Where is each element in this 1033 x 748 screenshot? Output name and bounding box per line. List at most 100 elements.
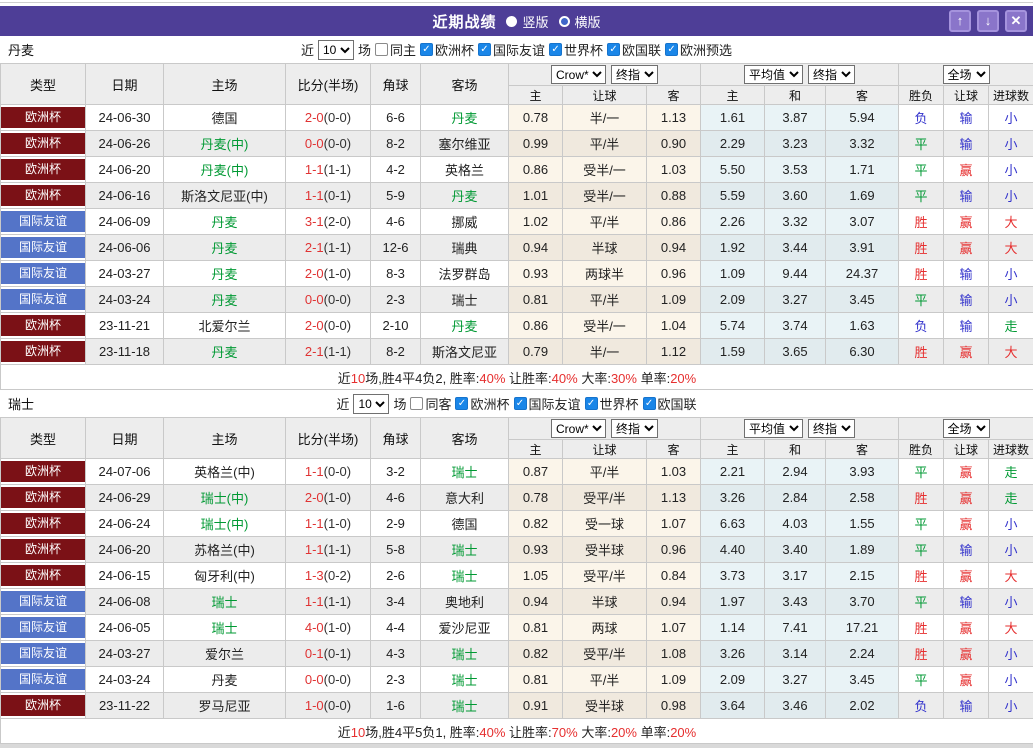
avg-home-odds: 1.14: [701, 615, 765, 641]
average-select[interactable]: 平均值: [744, 65, 803, 84]
checkbox-unchecked-icon[interactable]: [375, 43, 388, 56]
corners: 8-2: [371, 131, 421, 157]
fulltime-score: 0-0: [305, 292, 324, 307]
score-cell: 0-1(0-1): [286, 641, 371, 667]
competition-badge: 国际友谊: [1, 237, 85, 258]
halftime-score: (1-0): [324, 620, 351, 635]
competition-filter[interactable]: ✓欧洲杯: [455, 394, 509, 413]
competition-filter[interactable]: ✓欧国联: [643, 394, 697, 413]
handicap-result: 输: [944, 537, 989, 563]
same-side-filter[interactable]: 同主: [375, 40, 416, 59]
summary-part: 20%: [611, 725, 637, 740]
checkbox-checked-icon[interactable]: ✓: [585, 397, 598, 410]
crow-home-odds: 0.79: [509, 339, 563, 365]
col-header-home: 主场: [164, 64, 286, 105]
results-table: 类型 日期 主场 比分(半场) 角球 客场 Crow* 终指 平均值 终指: [0, 417, 1033, 744]
goals-result: 走: [989, 313, 1033, 339]
avg-away-odds: 3.32: [826, 131, 899, 157]
competition-filter[interactable]: ✓欧洲杯: [420, 40, 474, 59]
competition-badge: 国际友谊: [1, 263, 85, 284]
summary-part: 10: [351, 371, 365, 386]
checkbox-checked-icon[interactable]: ✓: [643, 397, 656, 410]
crow-home-odds: 0.78: [509, 105, 563, 131]
move-up-button[interactable]: ↑: [949, 10, 971, 32]
summary-part: 70%: [552, 725, 578, 740]
match-row: 国际友谊24-03-24丹麦0-0(0-0)2-3瑞士0.81平/半1.092.…: [1, 667, 1033, 693]
goals-result: 小: [989, 641, 1033, 667]
crow-handicap: 半球: [563, 589, 647, 615]
radio-selected-icon[interactable]: [559, 16, 570, 27]
move-down-button[interactable]: ↓: [977, 10, 999, 32]
avg-draw-odds: 9.44: [765, 261, 826, 287]
average-select[interactable]: 平均值: [744, 419, 803, 438]
odds-time-select-2[interactable]: 终指: [808, 419, 855, 438]
competition-filter[interactable]: ✓欧国联: [607, 40, 661, 59]
col-header-score: 比分(半场): [286, 64, 371, 105]
crow-away-odds: 0.84: [647, 563, 701, 589]
same-side-filter[interactable]: 同客: [410, 394, 451, 413]
col-header-away: 客场: [421, 418, 509, 459]
period-select[interactable]: 全场: [943, 65, 990, 84]
checkbox-checked-icon[interactable]: ✓: [514, 397, 527, 410]
competition-label: 欧洲杯: [435, 40, 474, 59]
competition-filter[interactable]: ✓国际友谊: [514, 394, 581, 413]
match-row: 欧洲杯24-06-20苏格兰(中)1-1(1-1)5-8瑞士0.93受半球0.9…: [1, 537, 1033, 563]
competition-filter[interactable]: ✓欧洲预选: [665, 40, 732, 59]
handicap-result: 赢: [944, 563, 989, 589]
wdl-result: 胜: [899, 615, 944, 641]
checkbox-checked-icon[interactable]: ✓: [665, 43, 678, 56]
competition-filter[interactable]: ✓世界杯: [585, 394, 639, 413]
away-team: 英格兰: [421, 157, 509, 183]
checkbox-checked-icon[interactable]: ✓: [607, 43, 620, 56]
handicap-result: 输: [944, 589, 989, 615]
home-team: 德国: [164, 105, 286, 131]
close-button[interactable]: ✕: [1005, 10, 1027, 32]
period-select[interactable]: 全场: [943, 419, 990, 438]
competition-filter[interactable]: ✓国际友谊: [478, 40, 545, 59]
match-count-select[interactable]: 10: [353, 394, 389, 414]
away-team: 瑞士: [421, 287, 509, 313]
checkbox-unchecked-icon[interactable]: [410, 397, 423, 410]
col-header-type: 类型: [1, 418, 86, 459]
crow-handicap: 受平/半: [563, 563, 647, 589]
results-body: 欧洲杯24-07-06英格兰(中)1-1(0-0)3-2瑞士0.87平/半1.0…: [1, 459, 1033, 719]
wdl-result: 平: [899, 459, 944, 485]
crow-home-odds: 0.93: [509, 261, 563, 287]
score-cell: 0-0(0-0): [286, 131, 371, 157]
match-date: 24-06-24: [86, 511, 164, 537]
competition-filter[interactable]: ✓世界杯: [549, 40, 603, 59]
match-row: 国际友谊24-06-08瑞士1-1(1-1)3-4奥地利0.94半球0.941.…: [1, 589, 1033, 615]
bookmaker-select[interactable]: Crow*: [551, 419, 606, 438]
layout-radio-vertical[interactable]: 竖版: [506, 12, 548, 31]
games-label: 场: [358, 40, 371, 59]
odds-time-select-2[interactable]: 终指: [808, 65, 855, 84]
layout-radio-horizontal[interactable]: 横版: [559, 12, 601, 31]
bookmaker-select[interactable]: Crow*: [551, 65, 606, 84]
corners: 8-3: [371, 261, 421, 287]
match-count-select[interactable]: 10: [318, 40, 354, 60]
checkbox-checked-icon[interactable]: ✓: [478, 43, 491, 56]
halftime-score: (0-2): [324, 568, 351, 583]
odds-time-select[interactable]: 终指: [611, 419, 658, 438]
checkbox-checked-icon[interactable]: ✓: [549, 43, 562, 56]
page-title: 近期战绩: [432, 11, 496, 32]
match-type-cell: 国际友谊: [1, 209, 86, 235]
away-team: 丹麦: [421, 313, 509, 339]
titlebar: 近期战绩 竖版 横版 ↑ ↓ ✕: [0, 6, 1033, 36]
checkbox-checked-icon[interactable]: ✓: [455, 397, 468, 410]
sub-header-crow-away: 客: [647, 440, 701, 459]
score-cell: 1-1(0-0): [286, 459, 371, 485]
checkbox-checked-icon[interactable]: ✓: [420, 43, 433, 56]
competition-label: 世界杯: [564, 40, 603, 59]
summary-text: 近10场,胜4平4负2, 胜率:40% 让胜率:40% 大率:30% 单率:20…: [338, 371, 696, 386]
halftime-score: (1-0): [324, 516, 351, 531]
avg-draw-odds: 2.94: [765, 459, 826, 485]
sub-header-crow-handicap: 让球: [563, 86, 647, 105]
crow-away-odds: 0.88: [647, 183, 701, 209]
halftime-score: (0-1): [324, 188, 351, 203]
match-type-cell: 欧洲杯: [1, 459, 86, 485]
handicap-result: 赢: [944, 485, 989, 511]
match-row: 国际友谊24-06-06丹麦2-1(1-1)12-6瑞典0.94半球0.941.…: [1, 235, 1033, 261]
odds-time-select[interactable]: 终指: [611, 65, 658, 84]
radio-unselected-icon[interactable]: [506, 16, 517, 27]
